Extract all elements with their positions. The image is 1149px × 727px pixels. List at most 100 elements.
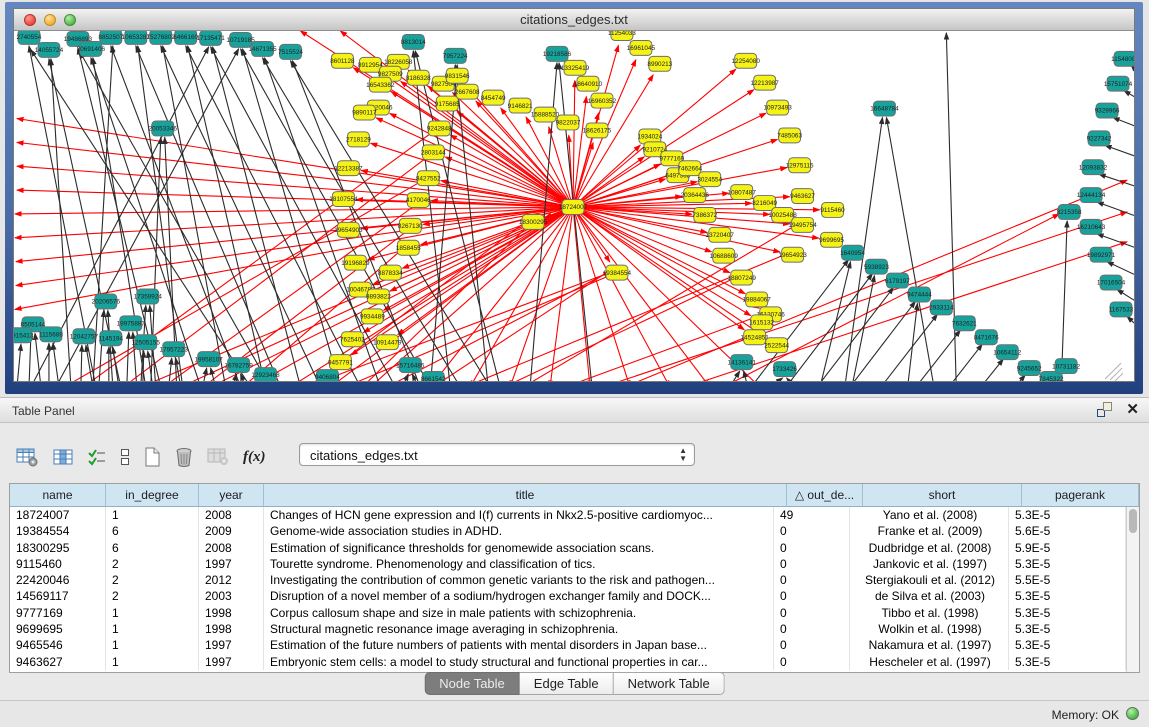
graph-node[interactable]: 9146821 <box>508 98 533 113</box>
graph-node[interactable]: 19196829 <box>341 255 370 270</box>
graph-node[interactable]: 2522544 <box>764 338 789 353</box>
graph-node[interactable]: 8813014 <box>401 34 426 49</box>
graph-node[interactable]: 16961045 <box>627 40 656 55</box>
graph-node[interactable]: 12093832 <box>1079 160 1108 175</box>
graph-node[interactable]: 3024554 <box>697 172 722 187</box>
minimize-window-icon[interactable] <box>44 14 56 26</box>
graph-node[interactable]: 12213387 <box>334 161 363 176</box>
zoom-window-icon[interactable] <box>64 14 76 26</box>
graph-node[interactable]: 9115460 <box>820 203 845 218</box>
graph-node[interactable]: 7462664 <box>677 161 702 176</box>
graph-node[interactable]: 8661542 <box>421 372 446 381</box>
graph-node[interactable]: 7632621 <box>952 316 977 331</box>
graph-node[interactable]: 17359924 <box>134 289 163 304</box>
graph-node[interactable]: 8427552 <box>416 171 441 186</box>
graph-node[interactable]: 9406804 <box>315 370 340 381</box>
graph-node[interactable]: 20053346 <box>149 121 178 136</box>
graph-node[interactable]: 13720407 <box>706 227 735 242</box>
graph-node[interactable]: 19654923 <box>778 247 807 262</box>
graph-node[interactable]: 6179197 <box>885 273 910 288</box>
graph-node[interactable]: 9890117 <box>352 105 377 120</box>
graph-node[interactable]: 19975887 <box>117 316 146 331</box>
table-row[interactable]: 1456911722003Disruption of a novel membe… <box>10 588 1126 604</box>
graph-node[interactable]: 19958107 <box>194 352 223 367</box>
graph-node[interactable]: 12213987 <box>750 75 779 90</box>
graph-node[interactable]: 9175685 <box>435 96 460 111</box>
graph-node[interactable]: 19892971 <box>1087 247 1116 262</box>
table-row[interactable]: 977716911998Corpus callosum shape and si… <box>10 605 1126 621</box>
graph-node[interactable]: 20364436 <box>681 188 710 203</box>
graph-node[interactable]: 12042757 <box>70 329 99 344</box>
graph-node[interactable]: 1615132 <box>749 315 774 330</box>
graph-node[interactable]: 10688609 <box>710 248 739 263</box>
graph-node[interactable]: 11548084 <box>1111 51 1134 66</box>
graph-node[interactable]: 19884067 <box>742 292 771 307</box>
graph-node[interactable]: 15716485 <box>396 358 425 373</box>
graph-node[interactable]: 10973493 <box>763 100 792 115</box>
graph-node[interactable]: 18107554 <box>329 192 358 207</box>
graph-node[interactable]: 9329966 <box>1095 103 1120 118</box>
graph-node[interactable]: 14671355 <box>248 41 277 56</box>
tab-node-table[interactable]: Node Table <box>424 672 520 695</box>
graph-node[interactable]: 17016504 <box>1097 275 1126 290</box>
graph-node[interactable]: 9934489 <box>360 309 385 324</box>
graph-node[interactable]: 8215358 <box>1057 205 1082 220</box>
graph-node[interactable]: 1115688 <box>39 327 63 342</box>
graph-node[interactable]: 15751074 <box>1104 76 1133 91</box>
graph-node[interactable]: 13325419 <box>561 60 590 75</box>
graph-node[interactable]: 8267130 <box>398 218 423 233</box>
table-row[interactable]: 1830029562008Estimation of significance … <box>10 540 1126 556</box>
graph-node[interactable]: 10731182 <box>1052 359 1080 374</box>
table-row[interactable]: 946362711997Embryonic stem cells: a mode… <box>10 654 1126 670</box>
graph-node[interactable]: 12444134 <box>1077 188 1106 203</box>
graph-node[interactable]: 9227342 <box>1087 131 1112 146</box>
column-header-year[interactable]: year <box>199 484 264 506</box>
graph-node[interactable]: 14055724 <box>35 42 64 57</box>
resize-grip-icon[interactable] <box>1110 368 1122 380</box>
scrollbar-thumb[interactable] <box>1129 509 1137 533</box>
graph-node[interactable]: 1145194 <box>99 331 124 346</box>
graph-node[interactable]: 7386372 <box>692 207 717 222</box>
delete-table-button[interactable] <box>207 445 229 469</box>
table-row[interactable]: 911546021997Tourette syndrome. Phenomeno… <box>10 556 1126 572</box>
table-options-button[interactable] <box>16 445 39 469</box>
network-window-titlebar[interactable]: citations_edges.txt <box>14 9 1134 31</box>
graph-node[interactable]: 11254033 <box>608 31 636 40</box>
tab-edge-table[interactable]: Edge Table <box>520 672 614 695</box>
graph-node[interactable]: 2803144 <box>421 145 446 160</box>
graph-node[interactable]: 16648784 <box>870 101 899 116</box>
graph-node[interactable]: 9831546 <box>445 68 470 83</box>
graph-node[interactable]: 9699695 <box>819 232 844 247</box>
table-row[interactable]: 1872400712008Changes of HCN gene express… <box>10 507 1126 523</box>
graph-node[interactable]: 10914479 <box>373 335 402 350</box>
graph-node[interactable]: 19218586 <box>543 46 572 61</box>
delete-column-button[interactable] <box>175 445 193 469</box>
graph-node[interactable]: 16782759 <box>224 358 253 373</box>
graph-node[interactable]: 18640910 <box>574 76 603 91</box>
table-row[interactable]: 1938455462009Genome-wide association stu… <box>10 523 1126 539</box>
graph-node[interactable]: 17957223 <box>160 342 189 357</box>
column-header-title[interactable]: title <box>264 484 787 506</box>
graph-node[interactable]: 2667608 <box>455 84 480 99</box>
table-row[interactable]: 2242004622012Investigating the contribut… <box>10 572 1126 588</box>
column-header-in_degree[interactable]: in_degree <box>106 484 199 506</box>
graph-node[interactable]: 10654112 <box>993 345 1021 360</box>
function-builder-button[interactable]: f(x) <box>243 445 266 469</box>
column-header-short[interactable]: short <box>863 484 1022 506</box>
graph-node[interactable]: 7957224 <box>443 48 468 63</box>
graph-node[interactable]: 19495754 <box>788 217 817 232</box>
graph-node[interactable]: 16210643 <box>1077 219 1106 234</box>
graph-node[interactable]: 19384554 <box>603 265 632 280</box>
graph-node[interactable]: 1733426 <box>772 362 797 377</box>
graph-node[interactable]: 16960352 <box>588 93 617 108</box>
graph-node[interactable]: 8878334 <box>378 265 403 280</box>
graph-node[interactable]: 12505155 <box>132 335 161 350</box>
graph-node[interactable]: 12923468 <box>251 368 280 381</box>
graph-node[interactable]: 2740554 <box>17 31 42 44</box>
graph-node[interactable]: 9474444 <box>907 287 932 302</box>
float-panel-icon[interactable] <box>1097 402 1112 417</box>
graph-node[interactable]: 15276802 <box>147 31 176 44</box>
graph-node[interactable]: 9245652 <box>1017 361 1042 376</box>
select-columns-button[interactable] <box>88 445 106 469</box>
graph-node[interactable]: 9822037 <box>556 115 581 130</box>
